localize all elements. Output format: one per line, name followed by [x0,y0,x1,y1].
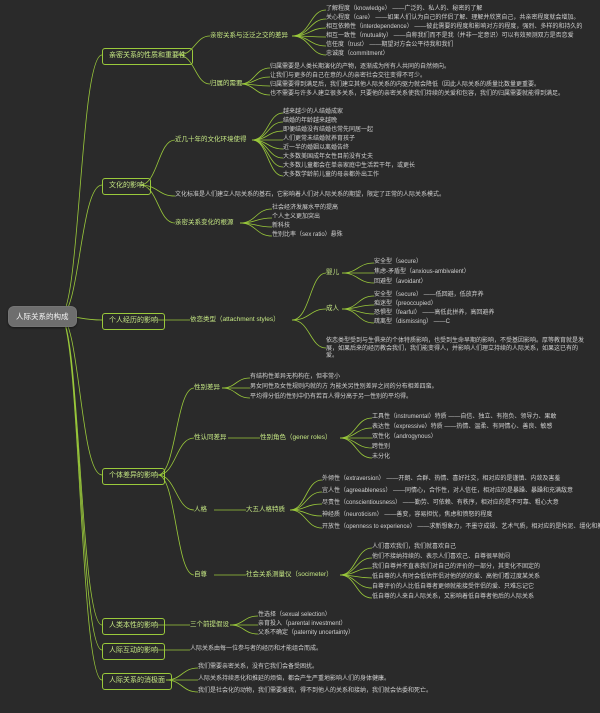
leaf: 归属需要是人类长期演化的产物，逐渐成为所有人共同的自然倾向。 [270,64,450,72]
leaf: 社会经济发展水平的提高 [272,205,338,213]
key-recent-culture[interactable]: 近几十年的文化环境使得 [175,136,247,144]
leaf: 近一半的婚姻以离婚告终 [283,145,349,153]
key-change-origin[interactable]: 亲密关系变化的根源 [175,219,234,227]
leaf: 即便结婚没有结婚也常先同居一起 [283,127,373,135]
key-diff-intimacy[interactable]: 亲密关系与泛泛之交的差异 [210,32,288,40]
leaf: 父系不确定（paternity uncertainty） [258,630,354,638]
leaf: 男女同性及女性规则内就的方 为能关另性别差异之间的分布相差四蛮。 [250,384,438,392]
leaf: 相互依赖性（interdependence） ——彼此需要的程度和影响对方的程度… [326,24,582,32]
leaf-attachment-footnote: 依恋类型受到与生俱来的个体特质影响，也受到生命早期的影响，不受基因影响。厚等教育… [326,338,586,361]
key-personality[interactable]: 人格 [194,506,207,514]
key-three-premises[interactable]: 三个前提假设 [190,621,229,629]
leaf: 性选择（sexual selection） [258,612,331,620]
key-infant[interactable]: 婴儿 [326,269,339,277]
leaf: 宜人性（agreeableness） ——同情心，合作性，对人信任，相对应的是暴… [322,488,573,496]
key-interaction-combined: 人际关系由每一位参与者的经历和才能组合而成。 [190,646,322,654]
leaf: 安全型（secure） ——低回避，低放弃养 [374,292,484,300]
leaf: 归属需要得到满足后，我们建立其他人际关系的内驱力就会降低（因此人际关系的质量比数… [270,82,540,90]
leaf: 开放性（openness to experience） ——求新想象力，不墨守成… [322,524,600,532]
leaf: 了解程度（knowledge） ——广泛的、私人的、秘密的了解 [326,6,482,14]
key-adult[interactable]: 成人 [326,305,339,313]
leaf: 越来越少的人结婚成家 [283,109,343,117]
mindmap-canvas: 人际关系的构成 亲密关系的性质和重要性 亲密关系与泛泛之交的差异 了解程度（kn… [0,0,600,713]
leaf: 双性化（androgynous） [372,434,437,442]
leaf: 人们更常未结婚就养育孩子 [283,136,355,144]
leaf: 恐惧型（fearful） ——高低此拼养，高回避养 [374,310,494,318]
leaf: 大多数学龄前儿童的母亲都外出工作 [283,172,379,180]
leaf: 也不需要与许多人建立很多关系，只要他的亲密关系使我们持续的关爱和包容，我们的归属… [270,91,564,99]
leaf: 相互一致性（mutuality） ——自称我们而不是我（并非一定意识）可以有效预… [326,33,574,41]
leaf: 未分化 [372,454,390,462]
leaf: 低自尊的人来自人际关系，又影响着低自尊者他后的人际关系 [372,594,534,602]
leaf: 他们不接纳持续的、表示人们喜欢己、自尊很早就闷 [372,554,510,562]
topic-personal-history[interactable]: 个人经历的影响 [102,313,165,330]
leaf: 我们需要亲密关系，没有它我们会备受困扰。 [198,664,318,672]
leaf: 平均得分低的性别中仍有若百人得分高于另一性别的平均得。 [250,394,412,402]
leaf: 工具性（instrumental）特质 ——自信、独立、有抱负、领导力、果敢 [372,414,556,422]
leaf: 让我们与更多的自己在意的人的亲密社会交往变得不可少。 [270,73,426,81]
leaf: 有结构性差异无构构在，但非常小 [250,374,340,382]
key-culture-standard: 文化标准是人们建立人际关系的基石，它影响着人们对人际关系的期望，限定了正常的人际… [175,192,445,200]
leaf: 关心程度（care） ——如果人们认为自己的伴侣了解、理解并欣赏自己，共亲密程度… [326,15,579,23]
leaf: 跨性别 [372,444,390,452]
topic-negative[interactable]: 人际关系的消极面 [102,673,172,690]
key-belonging-need[interactable]: 归属的需要 [210,80,243,88]
key-socimeter[interactable]: 社会关系测量仪（socimeter） [246,571,333,579]
root-node[interactable]: 人际关系的构成 [8,306,77,327]
leaf: 尽责性（conscientiousness） ——勤劳、可依赖、有秩序，相对应的… [322,500,559,508]
leaf: 回避型（avoidant） [374,279,427,287]
topic-intimacy[interactable]: 亲密关系的性质和重要性 [102,48,193,65]
key-gender-identity[interactable]: 性认同差异 [194,434,227,442]
leaf: 疏离型（dismissing） ——C [374,319,450,327]
key-attachment[interactable]: 依恋类型（attachment styles） [190,316,280,324]
leaf: 安全型（secure） [374,259,422,267]
leaf: 低自尊的人有时会低估伴侣对他的的的爱、高他们看过度某关系 [372,574,540,582]
leaf: 亲育投入（parental investment） [258,621,346,629]
leaf: 忠诚度（commitment） [326,51,389,59]
leaf: 神经质（neuroticism） ——善变，容易担忧，焦虑和愤怒的程度 [322,512,492,520]
leaf: 我们自尊并不直表我们对自己的评价的一部分，其变化不固定的 [372,564,540,572]
leaf: 我们是社会化的动物，我们需要爱我，得不到他人的关系和接纳，我们就会估委和死亡。 [198,688,432,696]
leaf: 焦虑-矛盾型（anxious-ambivalent） [374,269,470,277]
topic-interaction[interactable]: 人际互动的影响 [102,643,165,660]
leaf: 信任度（trust） ——期望对方会公平待我和我们 [326,42,453,50]
leaf: 大多数美国成年女性目前没有丈夫 [283,154,373,162]
leaf: 大多数儿童都会在单亲家庭中生活若干年，或更长 [283,163,415,171]
key-selfesteem[interactable]: 自尊 [194,571,207,579]
key-gender-roles[interactable]: 性别角色（gener roles） [260,434,332,442]
leaf: 人际关系持续恶化和推延的烦恼，都会产生严重地影响人们的身体健康。 [198,676,390,684]
leaf: 外倾性（extraversion） ——开朗、合群、热情、喜好社交，相对应的是谨… [322,476,560,484]
leaf: 自尊评价的人比低自尊者更倾就能接受伴侣的爱、只难忘记它 [372,584,534,592]
leaf: 性别比率（sex ratio）悬殊 [272,232,343,240]
leaf: 人们喜欢我们，我们就喜欢自己 [372,544,456,552]
leaf: 结婚的年龄越来越晚 [283,118,337,126]
topic-individual-diff[interactable]: 个体差异的影响 [102,468,165,485]
leaf: 痴迷型（preoccupied） [374,301,437,309]
key-sex-diff[interactable]: 性别差异 [194,384,220,392]
leaf: 个人主义更加突出 [272,214,320,222]
key-big5[interactable]: 大五人格特质 [246,506,285,514]
topic-culture[interactable]: 文化的影响 [102,178,151,195]
topic-human-nature[interactable]: 人类本性的影响 [102,618,165,635]
leaf: 表达性（expressive）特质 ——热情、温柔、有同情心、善良、敏感 [372,424,552,432]
leaf: 新科技 [272,223,290,231]
